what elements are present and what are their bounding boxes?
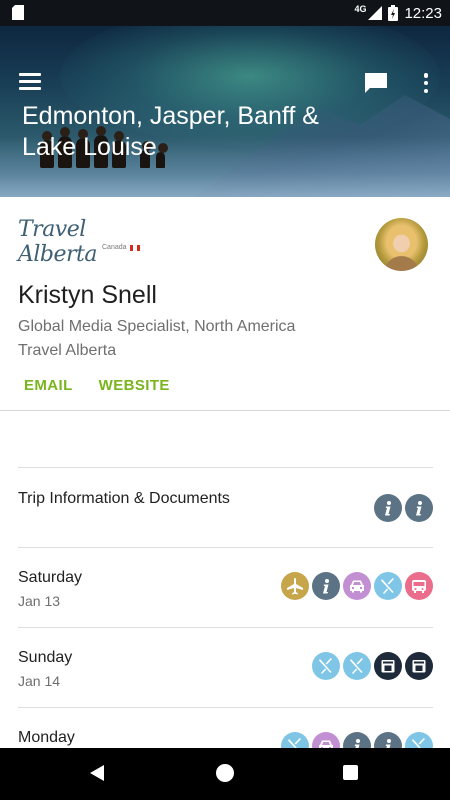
itinerary-row[interactable]: Saturday Jan 13 — [18, 547, 433, 627]
trip-title: Edmonton, Jasper, Banff & Lake Louise — [22, 102, 319, 161]
logo-subtext: Canada — [102, 244, 127, 251]
info-icon — [405, 494, 433, 522]
itinerary-row-label: Saturday — [18, 569, 83, 586]
bus-icon — [405, 572, 433, 600]
avatar — [375, 218, 428, 271]
recents-icon[interactable] — [343, 765, 358, 780]
car-icon — [343, 572, 371, 600]
battery-charging-icon — [388, 5, 399, 21]
contact-actions: EMAIL WEBSITE — [24, 377, 170, 394]
clock: 12:23 — [404, 4, 442, 22]
back-icon[interactable] — [90, 765, 104, 781]
logo-text: Travel Alberta — [18, 217, 98, 267]
chat-bubble-icon[interactable] — [364, 72, 388, 94]
restaurant-icon — [343, 652, 371, 680]
travel-alberta-logo: Travel Alberta Canada — [18, 217, 158, 267]
contact-name: Kristyn Snell — [18, 281, 157, 309]
sd-card-icon — [12, 5, 24, 20]
itinerary-row[interactable]: Trip Information & Documents — [18, 467, 433, 547]
itinerary-row-icons — [281, 572, 433, 600]
itinerary-row-label: Trip Information & Documents — [18, 490, 230, 507]
status-bar: 4G 12:23 — [0, 0, 450, 26]
network-type: 4G — [354, 4, 367, 14]
trip-header: Edmonton, Jasper, Banff & Lake Louise — [0, 26, 450, 197]
itinerary-row-label: Sunday — [18, 649, 73, 666]
itinerary-row-label: Monday — [18, 729, 75, 746]
itinerary-row-icons — [312, 652, 433, 680]
info-icon — [312, 572, 340, 600]
email-button[interactable]: EMAIL — [24, 377, 73, 394]
itinerary-list: Trip Information & Documents Saturday Jan … — [18, 467, 433, 787]
contact-organization: Travel Alberta — [18, 342, 117, 359]
website-button[interactable]: WEBSITE — [99, 377, 170, 394]
system-nav-bar — [0, 748, 450, 800]
restaurant-icon — [374, 572, 402, 600]
itinerary-row-date: Jan 13 — [18, 593, 61, 609]
flight-icon — [281, 572, 309, 600]
hotel-icon — [405, 652, 433, 680]
itinerary-row[interactable]: Sunday Jan 14 — [18, 627, 433, 707]
restaurant-icon — [312, 652, 340, 680]
signal-icon — [368, 6, 383, 20]
itinerary-row-date: Jan 14 — [18, 673, 61, 689]
organizer-profile: Travel Alberta Canada Kristyn Snell Glob… — [0, 197, 450, 411]
contact-title: Global Media Specialist, North America — [18, 318, 296, 335]
more-vert-icon[interactable] — [421, 72, 431, 94]
hamburger-menu-icon[interactable] — [19, 73, 41, 91]
canada-flag-icon — [130, 245, 140, 251]
info-icon — [374, 494, 402, 522]
itinerary-row-icons — [374, 494, 433, 522]
contact-role: Global Media Specialist, North America T… — [18, 315, 348, 363]
hotel-icon — [374, 652, 402, 680]
home-icon[interactable] — [216, 764, 234, 782]
